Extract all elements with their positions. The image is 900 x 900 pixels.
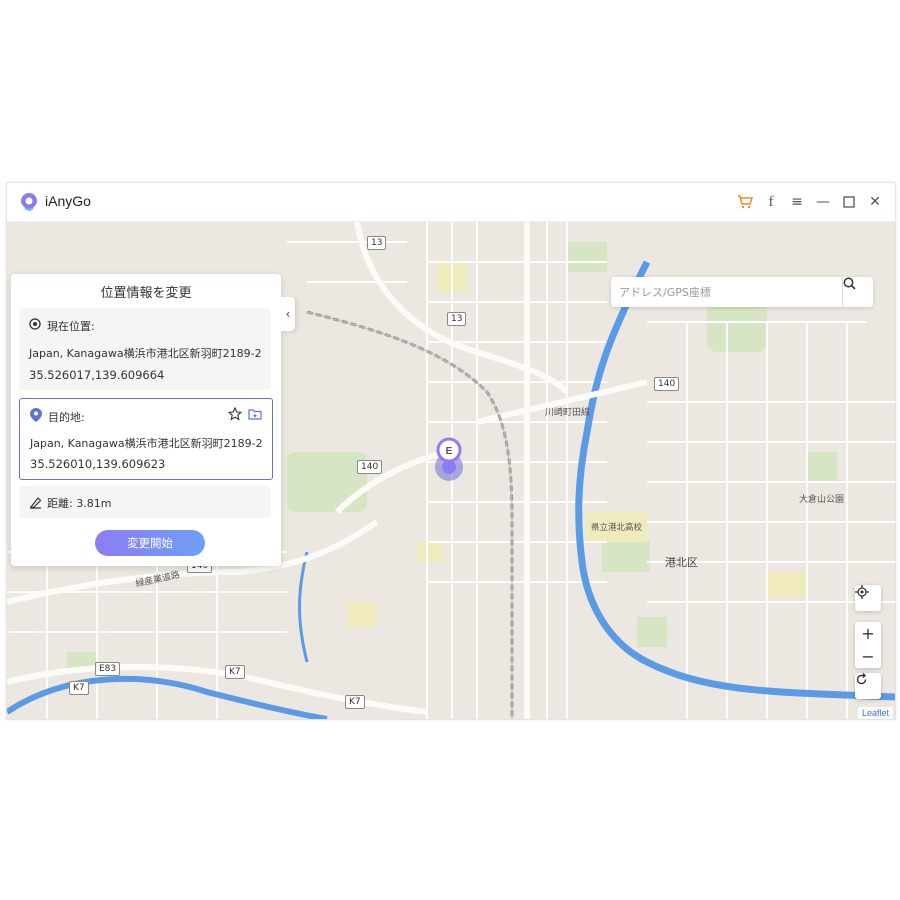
search-button[interactable] (842, 277, 873, 307)
panel-title: 位置情報を変更 (100, 286, 192, 301)
facebook-icon[interactable]: f (761, 192, 781, 212)
school-label: 県立港北高校 (591, 523, 643, 533)
chevron-left-icon: ‹ (285, 307, 291, 321)
minimize-icon[interactable]: — (813, 192, 833, 212)
app-title: iAnyGo (45, 193, 91, 209)
destination-label: 目的地: (48, 411, 85, 424)
location-panel: 位置情報を変更 現在位置: Japan, Kanagawa横浜市港北区新羽町21… (11, 274, 281, 566)
distance-box: 距離: 3.81m (19, 486, 271, 518)
folder-icon[interactable] (248, 407, 262, 421)
search-icon (843, 277, 856, 290)
pin-icon (30, 408, 42, 422)
destination-coords: 35.526010,139.609623 (30, 457, 166, 471)
district-label: 港北区 (665, 556, 698, 569)
locate-button[interactable] (855, 585, 881, 611)
target-icon (29, 318, 41, 330)
zoom-in-button[interactable]: + (861, 624, 874, 643)
zoom-out-button[interactable]: − (861, 647, 874, 666)
current-coords: 35.526017,139.609664 (29, 368, 165, 382)
collapse-panel-button[interactable]: ‹ (281, 297, 295, 331)
reset-button[interactable] (855, 673, 881, 699)
map-attribution[interactable]: Leaflet (857, 707, 893, 719)
search-box (611, 277, 873, 307)
route-shield: 140 (654, 377, 680, 391)
search-input[interactable] (611, 277, 839, 307)
destination-box[interactable]: 目的地: Japan, Kanagawa横浜市港北区新羽町2189-2 35.5… (19, 398, 273, 480)
map-marker-label: E (446, 446, 453, 457)
start-change-button[interactable]: 変更開始 (95, 530, 205, 556)
route-shield: 140 (357, 460, 383, 474)
current-location-box: 現在位置: Japan, Kanagawa横浜市港北区新羽町2189-2 35.… (19, 308, 271, 390)
route-shield: 13 (367, 236, 387, 250)
zoom-control: + − (855, 622, 881, 668)
maximize-icon[interactable] (839, 192, 859, 212)
app-window: iAnyGo f ≡ — ✕ E 13 13 140 140 140 E83 K… (6, 182, 896, 720)
map-view[interactable]: E 13 13 140 140 140 140 E83 K7 K7 K7 川崎町… (7, 222, 895, 719)
road-label: 川崎町田線 (545, 408, 591, 418)
close-icon[interactable]: ✕ (865, 192, 885, 212)
menu-icon[interactable]: ≡ (787, 192, 807, 212)
route-shield: E83 (95, 662, 121, 676)
title-bar: iAnyGo f ≡ — ✕ (7, 183, 895, 222)
current-location-label: 現在位置: (47, 320, 95, 333)
app-logo-icon (21, 193, 37, 211)
route-shield: K7 (225, 665, 245, 679)
crosshair-icon (855, 585, 869, 599)
cart-icon[interactable] (735, 192, 755, 212)
ruler-icon (29, 497, 42, 509)
destination-address: Japan, Kanagawa横浜市港北区新羽町2189-2 (30, 437, 263, 450)
rotate-icon (856, 673, 867, 685)
route-shield: K7 (345, 695, 365, 709)
star-icon[interactable] (228, 407, 242, 421)
route-shield: K7 (69, 681, 89, 695)
distance-text: 距離: 3.81m (47, 497, 112, 510)
current-address: Japan, Kanagawa横浜市港北区新羽町2189-2 (29, 347, 262, 360)
park-label: 大倉山公園 (799, 495, 845, 505)
route-shield: 13 (447, 312, 467, 326)
